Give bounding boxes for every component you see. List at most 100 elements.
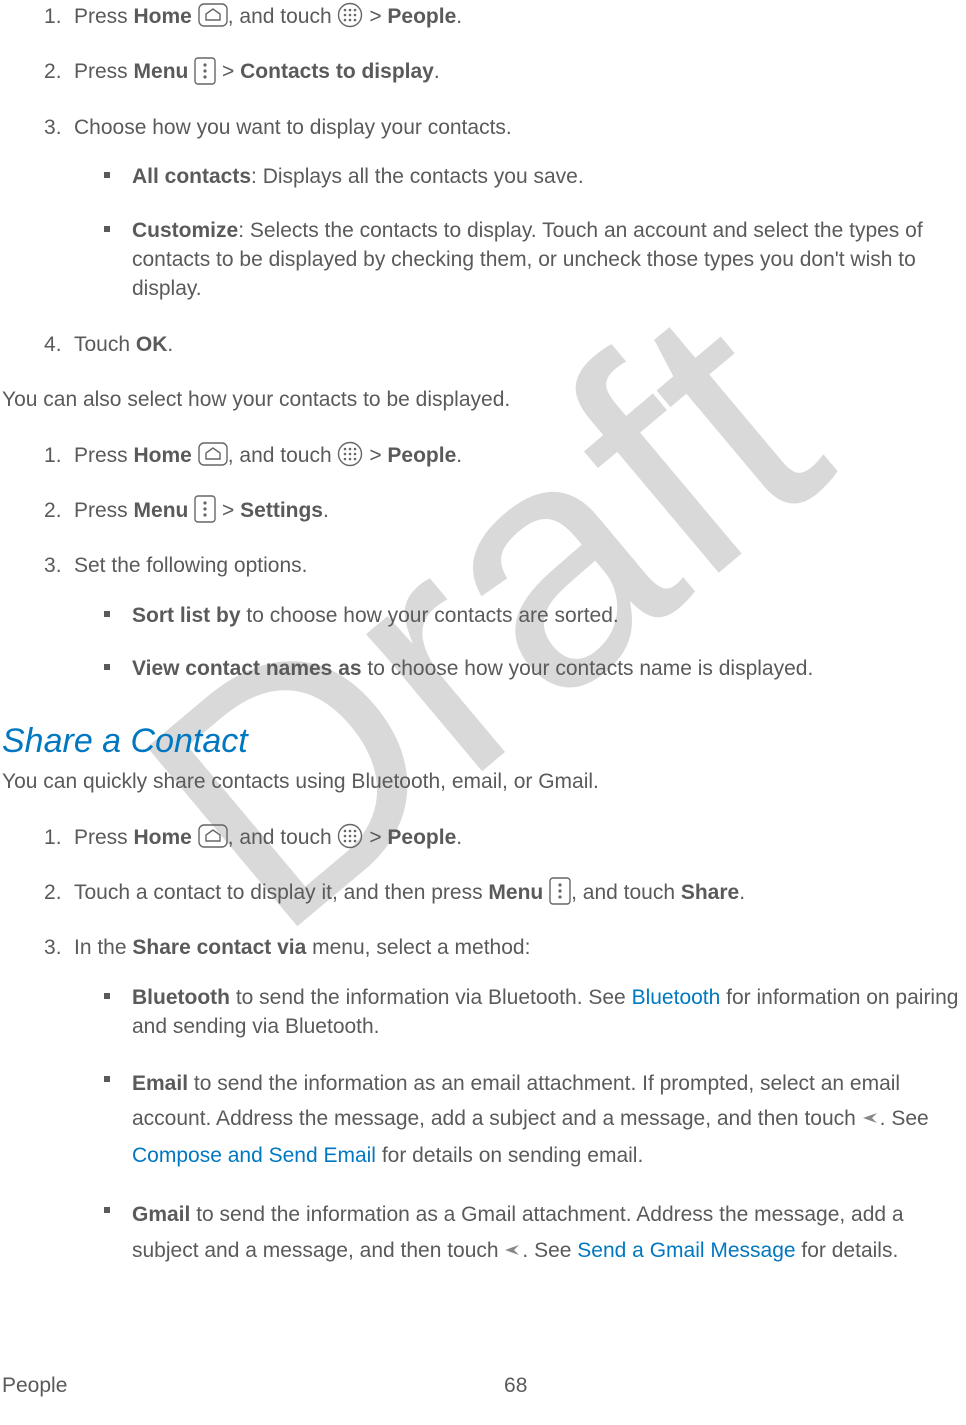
list-item: Gmail to send the information as a Gmail… [104, 1197, 964, 1269]
page-content: Press Home , and touch > People. Press M… [0, 0, 966, 1295]
page-footer: People 68 [0, 1371, 966, 1400]
home-icon [198, 824, 228, 848]
apps-icon [337, 2, 363, 28]
step-item: Press Menu > Contacts to display. [44, 57, 964, 112]
link-send-gmail-message[interactable]: Send a Gmail Message [577, 1239, 795, 1262]
text: for details. [796, 1239, 899, 1262]
text: > [222, 499, 240, 522]
text: : Displays all the contacts you save. [251, 165, 584, 188]
list-item: Bluetooth to send the information via Bl… [104, 983, 964, 1066]
bullet-list: Bluetooth to send the information via Bl… [74, 983, 964, 1269]
text: Touch a contact to display it, and then … [74, 881, 488, 904]
footer-page-number: 68 [67, 1371, 964, 1400]
text: . [323, 499, 329, 522]
text: . [456, 5, 462, 28]
sort-list-by-label: Sort list by [132, 604, 241, 627]
steps-list-c: Press Home , and touch > People. Touch a… [0, 823, 966, 1296]
text: > [369, 826, 387, 849]
bullet-list: All contacts: Displays all the contacts … [74, 162, 964, 304]
people-label: People [387, 826, 456, 849]
paragraph: You can also select how your contacts to… [0, 385, 966, 414]
link-bluetooth[interactable]: Bluetooth [632, 986, 721, 1009]
text: , and touch [571, 881, 681, 904]
text: menu, select a method: [306, 936, 530, 959]
text: . [167, 333, 173, 356]
bluetooth-label: Bluetooth [132, 986, 230, 1009]
text: Press [74, 5, 134, 28]
text: , and touch [228, 5, 338, 28]
list-item: View contact names as to choose how your… [104, 654, 964, 683]
menu-label: Menu [134, 60, 189, 83]
step-item: Set the following options. Sort list by … [44, 551, 964, 709]
bullet-list: Sort list by to choose how your contacts… [74, 601, 964, 684]
text: to send the information via Bluetooth. S… [230, 986, 632, 1009]
paragraph: You can quickly share contacts using Blu… [0, 767, 966, 796]
text: for details on sending email. [376, 1144, 643, 1167]
apps-icon [337, 441, 363, 467]
email-label: Email [132, 1072, 188, 1095]
menu-icon [549, 877, 571, 905]
home-icon [198, 3, 228, 27]
view-contact-names-as-label: View contact names as [132, 657, 362, 680]
text: to choose how your contacts are sorted. [241, 604, 619, 627]
text: . [739, 881, 745, 904]
list-item: Email to send the information as an emai… [104, 1066, 964, 1198]
text: Choose how you want to display your cont… [74, 116, 512, 139]
text: to send the information as an email atta… [132, 1072, 900, 1131]
text: Touch [74, 333, 136, 356]
menu-label: Menu [134, 499, 189, 522]
text: Set the following options. [74, 554, 307, 577]
text: , and touch [228, 444, 338, 467]
step-item: Touch a contact to display it, and then … [44, 878, 964, 933]
menu-icon [194, 57, 216, 85]
footer-section-name: People [2, 1371, 67, 1400]
step-item: Touch OK. [44, 330, 964, 385]
text: . See [880, 1107, 929, 1130]
text: Press [74, 444, 134, 467]
home-label: Home [134, 826, 192, 849]
people-label: People [387, 444, 456, 467]
text: Press [74, 60, 134, 83]
step-item: Press Menu > Settings. [44, 496, 964, 551]
step-item: Press Home , and touch > People. [44, 441, 964, 496]
text: > [369, 5, 387, 28]
ok-label: OK [136, 333, 168, 356]
apps-icon [337, 823, 363, 849]
home-label: Home [134, 5, 192, 28]
text: : Selects the contacts to display. Touch… [132, 219, 923, 301]
settings-label: Settings [240, 499, 323, 522]
text: , and touch [228, 826, 338, 849]
list-item: Customize: Selects the contacts to displ… [104, 216, 964, 304]
customize-label: Customize [132, 219, 238, 242]
text: > [222, 60, 240, 83]
text: In the [74, 936, 132, 959]
step-item: Choose how you want to display your cont… [44, 113, 964, 330]
people-label: People [387, 5, 456, 28]
share-label: Share [681, 881, 739, 904]
home-icon [198, 442, 228, 466]
contacts-to-display-label: Contacts to display [240, 60, 434, 83]
gmail-label: Gmail [132, 1203, 190, 1226]
text: . [456, 444, 462, 467]
list-item: All contacts: Displays all the contacts … [104, 162, 964, 215]
send-icon [862, 1100, 880, 1136]
text: . See [522, 1239, 577, 1262]
menu-icon [194, 495, 216, 523]
step-item: Press Home , and touch > People. [44, 823, 964, 878]
step-item: In the Share contact via menu, select a … [44, 933, 964, 1295]
text: to choose how your contacts name is disp… [362, 657, 814, 680]
steps-list-a: Press Home , and touch > People. Press M… [0, 2, 966, 385]
all-contacts-label: All contacts [132, 165, 251, 188]
step-item: Press Home , and touch > People. [44, 2, 964, 57]
text: . [434, 60, 440, 83]
text: Press [74, 499, 134, 522]
home-label: Home [134, 444, 192, 467]
link-compose-send-email[interactable]: Compose and Send Email [132, 1144, 376, 1167]
menu-label: Menu [488, 881, 543, 904]
steps-list-b: Press Home , and touch > People. Press M… [0, 441, 966, 710]
section-heading-share-a-contact: Share a Contact [0, 718, 966, 766]
text: . [456, 826, 462, 849]
list-item: Sort list by to choose how your contacts… [104, 601, 964, 654]
text: > [369, 444, 387, 467]
text: Press [74, 826, 134, 849]
